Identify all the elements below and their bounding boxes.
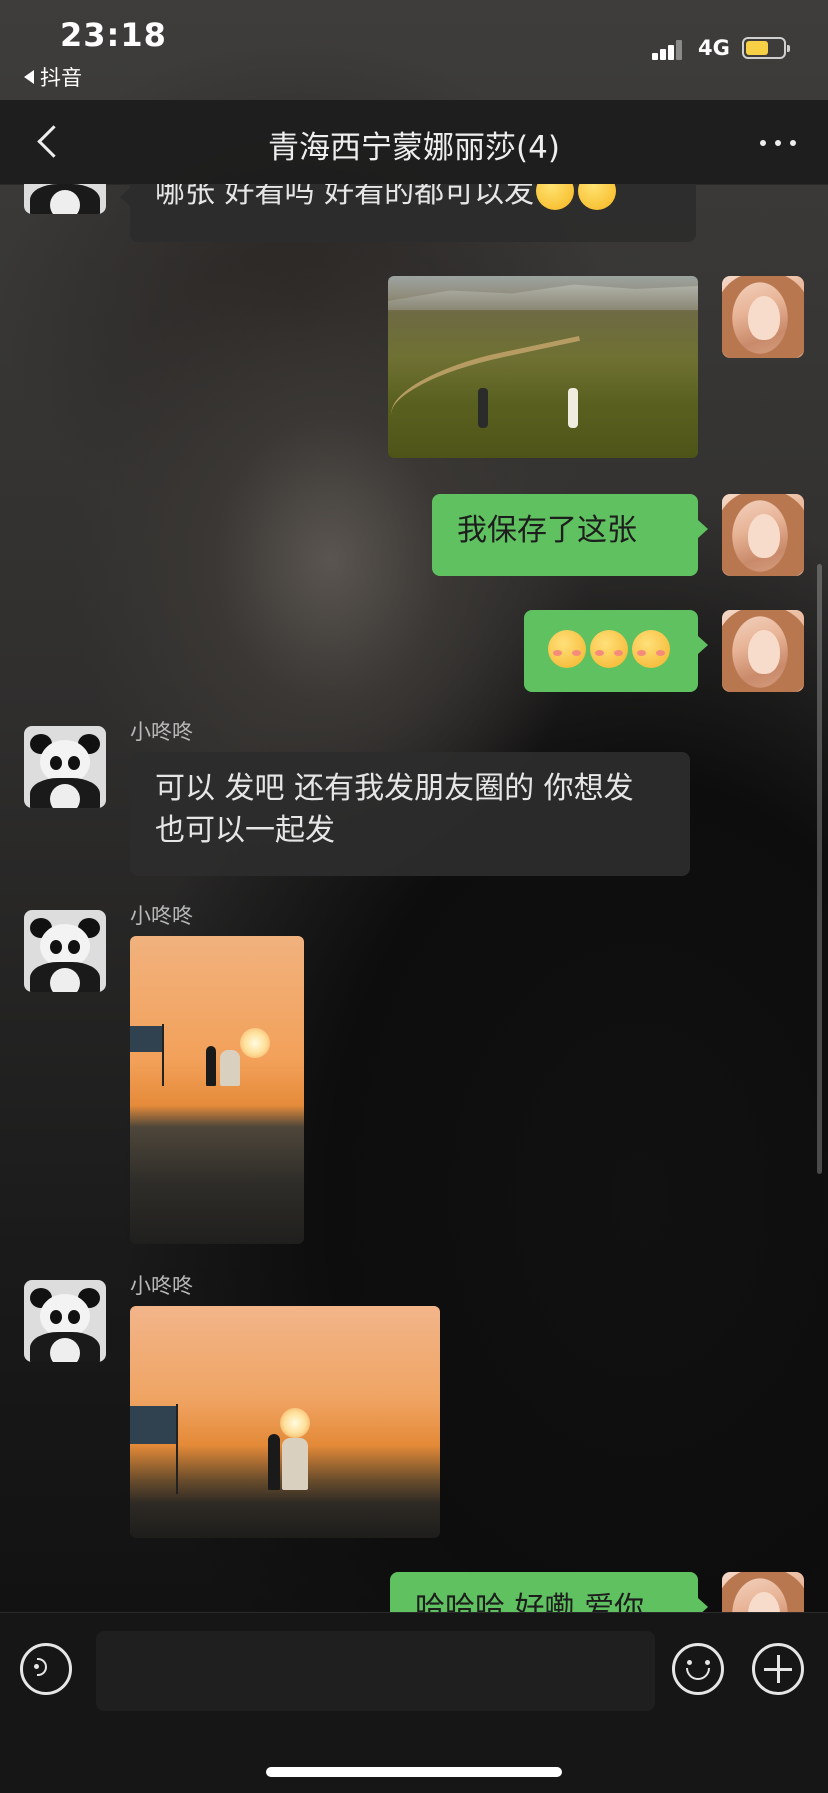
scrollbar[interactable] [817, 564, 822, 1174]
avatar-panda[interactable] [24, 726, 106, 808]
message-text: 我保存了这张 [457, 513, 637, 548]
sender-name: 小咚咚 [130, 1274, 193, 1298]
avatar-panda[interactable] [24, 1280, 106, 1362]
back-to-app-button[interactable]: 抖音 [24, 62, 82, 92]
message-list[interactable]: 哪张 好看吗 好看的都可以发 我保存了这张 小咚咚 可以 发吧 还有我发朋友圈的… [0, 184, 828, 1612]
network-label: 4G [698, 36, 730, 60]
blush-emoji-icon [590, 630, 628, 668]
avatar-self[interactable] [722, 494, 804, 576]
back-triangle-icon [24, 70, 34, 84]
message-bubble-left[interactable]: 哪张 好看吗 好看的都可以发 [120, 184, 696, 242]
emoji-icon[interactable] [672, 1643, 724, 1695]
message-bubble-right[interactable] [524, 610, 708, 692]
grassland-photo[interactable] [388, 276, 698, 458]
blush-emoji-icon [548, 630, 586, 668]
avatar-self[interactable] [722, 1572, 804, 1612]
avatar-panda[interactable] [24, 184, 106, 214]
avatar-self[interactable] [722, 276, 804, 358]
battery-icon [742, 37, 790, 59]
input-bar [0, 1612, 828, 1793]
signal-icon [652, 38, 684, 60]
back-app-label: 抖音 [40, 66, 82, 90]
sunset-photo-portrait[interactable] [130, 936, 304, 1244]
message-bubble-left[interactable]: 可以 发吧 还有我发朋友圈的 你想发 也可以一起发 [120, 752, 690, 876]
status-time: 23:18 [60, 16, 167, 54]
chat-nav-bar: 青海西宁蒙娜丽莎(4) [0, 100, 828, 185]
message-text: 哈哈哈 好嘞 爱你 [415, 1591, 645, 1612]
sender-name: 小咚咚 [130, 904, 193, 928]
message-bubble-right[interactable]: 哈哈哈 好嘞 爱你 [390, 1572, 708, 1612]
plus-icon[interactable] [752, 1643, 804, 1695]
wink-emoji-icon [578, 184, 617, 210]
wink-emoji-icon [536, 184, 575, 210]
message-text: 可以 发吧 还有我发朋友圈的 你想发 也可以一起发 [155, 771, 634, 848]
blush-emoji-icon [632, 630, 670, 668]
home-indicator[interactable] [266, 1767, 562, 1777]
chat-title: 青海西宁蒙娜丽莎(4) [268, 130, 560, 166]
sender-name: 小咚咚 [130, 720, 193, 744]
message-bubble-right[interactable]: 我保存了这张 [432, 494, 708, 576]
avatar-self[interactable] [722, 610, 804, 692]
status-bar: 23:18 抖音 4G [0, 0, 828, 100]
more-icon[interactable] [756, 128, 800, 158]
sunset-photo-landscape[interactable] [130, 1306, 440, 1538]
message-input[interactable] [96, 1631, 655, 1711]
voice-icon[interactable] [20, 1643, 72, 1695]
avatar-panda[interactable] [24, 910, 106, 992]
message-text: 哪张 好看吗 好看的都可以发 [155, 184, 535, 210]
